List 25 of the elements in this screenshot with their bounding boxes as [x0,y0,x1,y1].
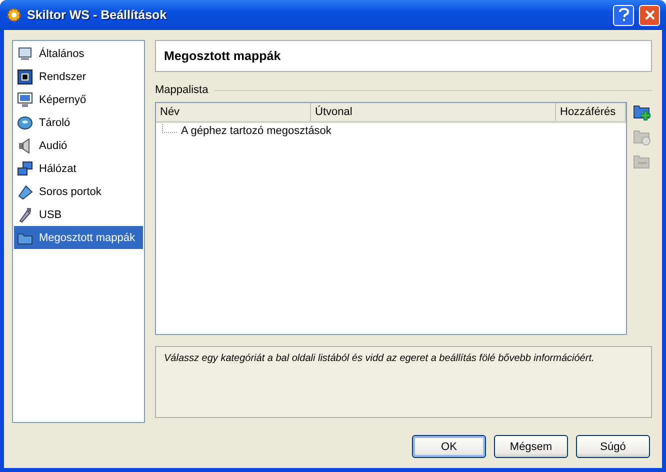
dialog-button[interactable]: Súgó [576,435,650,458]
page-title: Megosztott mappák [155,40,652,72]
sidebar-item[interactable]: Általános [14,42,143,65]
column-header[interactable]: Hozzáférés [556,103,626,121]
gear-icon [6,7,22,23]
sidebar-item[interactable]: Audió [14,134,143,157]
sidebar-item[interactable]: Rendszer [14,65,143,88]
question-mark-icon [618,8,630,22]
tree-item[interactable]: A géphez tartozó megosztások [181,125,332,137]
sidebar-item[interactable]: Képernyő [14,88,143,111]
window-title: Skiltor WS - Beállítások [27,8,168,22]
dialog-button[interactable]: OK [412,435,486,458]
sidebar-item[interactable]: Soros portok [14,180,143,203]
sidebar-item[interactable]: Tároló [14,111,143,134]
close-icon [644,9,656,21]
sidebar-item[interactable]: Megosztott mappák [14,226,143,249]
help-button[interactable] [613,4,634,26]
column-header[interactable]: Útvonal [311,103,556,121]
dialog-button[interactable]: Mégsem [494,435,568,458]
info-text: Válassz egy kategóriát a bal oldali listából és vidd az egeret a beállítás fölé bővebb információért. [164,353,594,364]
sidebar-item[interactable]: USB [14,203,143,226]
close-button[interactable] [639,4,660,26]
column-header[interactable]: Név [156,103,311,121]
group-label: Mappalista [155,84,208,96]
sidebar-item[interactable]: Hálózat [14,157,143,180]
